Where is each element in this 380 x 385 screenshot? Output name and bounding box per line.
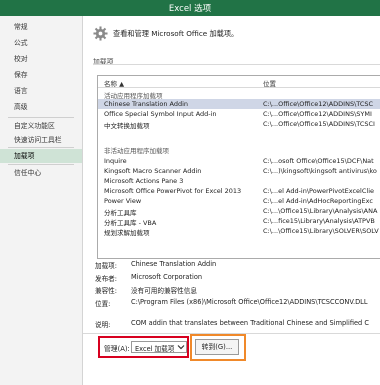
addin-location: C:\...osoft Office\Office15\DCF\Nat xyxy=(263,157,374,165)
table-row[interactable]: Inquire C:\...osoft Office\Office15\DCF\N… xyxy=(98,156,380,166)
detail-value: 没有可用的兼容性信息 xyxy=(131,287,197,295)
sidebar-item-quick-access-toolbar[interactable]: 快速访问工具栏 xyxy=(0,133,82,147)
table-row[interactable]: 中文转换加载项 C:\...Office\Office15\ADDINS\TCSC… xyxy=(98,119,380,130)
detail-key: 位置: xyxy=(95,300,111,308)
panel-heading: 查看和管理 Microsoft Office 加载项。 xyxy=(113,29,239,38)
addin-name: Kingsoft Macro Scanner Addin xyxy=(104,167,202,175)
detail-value: Chinese Translation Addin xyxy=(131,260,217,268)
sidebar-divider xyxy=(8,147,74,148)
addin-location: C:\...)\kingsoft\kingsoft antivirus\ko xyxy=(263,167,377,175)
chevron-down-icon xyxy=(177,343,185,351)
title-bar: Excel 选项 xyxy=(0,0,380,16)
sidebar-divider xyxy=(8,164,74,165)
addin-name: 中文转换加载项 xyxy=(104,122,150,130)
manage-highlight: 管理(A): Excel 加载项 xyxy=(98,336,189,358)
detail-key: 兼容性: xyxy=(95,287,118,295)
detail-value: C:\Program Files (x86)\Microsoft Office\… xyxy=(131,298,368,306)
sidebar-item-save[interactable]: 保存 xyxy=(0,68,82,82)
detail-key: 说明: xyxy=(95,321,111,329)
addin-location: C:\...el Add-in\PowerPivotExcelClie xyxy=(263,187,375,195)
window-title: Excel 选项 xyxy=(168,4,212,14)
table-header: 名称 ▲ 位置 xyxy=(98,76,380,88)
detail-value: COM addin that translates between Tradit… xyxy=(131,319,369,327)
table-row[interactable]: Power View C:\...el Add-in\AdHocReporting… xyxy=(98,196,380,206)
gear-icon xyxy=(93,26,108,43)
sidebar-item-advanced[interactable]: 高级 xyxy=(0,100,82,114)
section-divider xyxy=(93,64,380,65)
detail-value: Microsoft Corporation xyxy=(131,273,203,281)
table-row[interactable]: Microsoft Office PowerPivot for Excel 20… xyxy=(98,186,380,196)
group-header-active: 活动应用程序加载项 xyxy=(98,89,380,100)
table-row[interactable]: Microsoft Actions Pane 3 xyxy=(98,176,380,186)
addin-name: Chinese Translation Addin xyxy=(104,100,189,108)
column-header-name[interactable]: 名称 ▲ xyxy=(104,78,124,88)
detail-key: 加载项: xyxy=(95,262,118,270)
sidebar-item-formulas[interactable]: 公式 xyxy=(0,36,82,50)
addin-name: Power View xyxy=(104,197,142,205)
options-sidebar: 常规 公式 校对 保存 语言 高级 自定义功能区 快速访问工具栏 加载项 信任中… xyxy=(0,16,83,385)
column-header-location[interactable]: 位置 xyxy=(263,78,276,88)
table-row[interactable]: Chinese Translation Addin C:\...Office\Of… xyxy=(98,99,380,109)
addin-name: Office Special Symbol Input Add-in xyxy=(104,110,217,118)
manage-select[interactable]: Excel 加载项 xyxy=(131,341,187,353)
addin-location: C:\...Office\Office15\ADDINS\TCSCI xyxy=(263,120,375,128)
table-row[interactable]: 分析工具库 - VBA C:\...fice15\Library\Analysis… xyxy=(98,216,380,227)
addin-location: C:\...el Add-in\AdHocReportingExc xyxy=(263,197,373,205)
table-row[interactable]: 规划求解加载项 C:\...\Office15\Library\SOLVER\SO… xyxy=(98,226,380,237)
add-ins-table: 名称 ▲ 位置 活动应用程序加载项 Chinese Translation Ad… xyxy=(97,75,380,259)
addin-location: C:\...Office\Office12\ADDINS\SYMI xyxy=(263,110,372,118)
addin-location: C:\...fice15\Library\Analysis\ATPVB xyxy=(263,217,375,225)
table-row[interactable]: Office Special Symbol Input Add-in C:\...… xyxy=(98,109,380,119)
addin-location: C:\...\Office15\Library\Analysis\ANA xyxy=(263,207,378,215)
addin-name: Microsoft Office PowerPivot for Excel 20… xyxy=(104,187,242,195)
manage-select-value: Excel 加载项 xyxy=(135,345,175,353)
sidebar-item-trust-center[interactable]: 信任中心 xyxy=(0,166,82,180)
sidebar-item-proofing[interactable]: 校对 xyxy=(0,52,82,66)
group-label: 非活动应用程序加载项 xyxy=(104,147,169,155)
add-ins-panel: 查看和管理 Microsoft Office 加载项。 加载项 名称 ▲ 位置 … xyxy=(83,16,380,385)
sidebar-item-customize-ribbon[interactable]: 自定义功能区 xyxy=(0,119,82,133)
table-row[interactable]: 分析工具库 C:\...\Office15\Library\Analysis\AN… xyxy=(98,206,380,217)
manage-label: 管理(A): xyxy=(104,345,130,353)
addin-name: 规划求解加载项 xyxy=(104,229,150,237)
table-row[interactable]: Kingsoft Macro Scanner Addin C:\...)\king… xyxy=(98,166,380,176)
addin-name: Inquire xyxy=(104,157,127,165)
sidebar-divider xyxy=(8,117,74,118)
detail-key: 发布者: xyxy=(95,275,118,283)
go-button[interactable]: 转到(G)... xyxy=(195,339,239,355)
addin-name: Microsoft Actions Pane 3 xyxy=(104,177,184,185)
sidebar-item-add-ins[interactable]: 加载项 xyxy=(0,149,82,163)
group-header-inactive: 非活动应用程序加载项 xyxy=(98,144,380,155)
sidebar-item-language[interactable]: 语言 xyxy=(0,84,82,98)
addin-location: C:\...\Office15\Library\SOLVER\SOLV xyxy=(263,227,379,235)
sidebar-item-general[interactable]: 常规 xyxy=(0,20,82,34)
addin-location: C:\...Office\Office12\ADDINS\TCSC xyxy=(263,100,374,108)
go-highlight: 转到(G)... xyxy=(190,334,246,361)
